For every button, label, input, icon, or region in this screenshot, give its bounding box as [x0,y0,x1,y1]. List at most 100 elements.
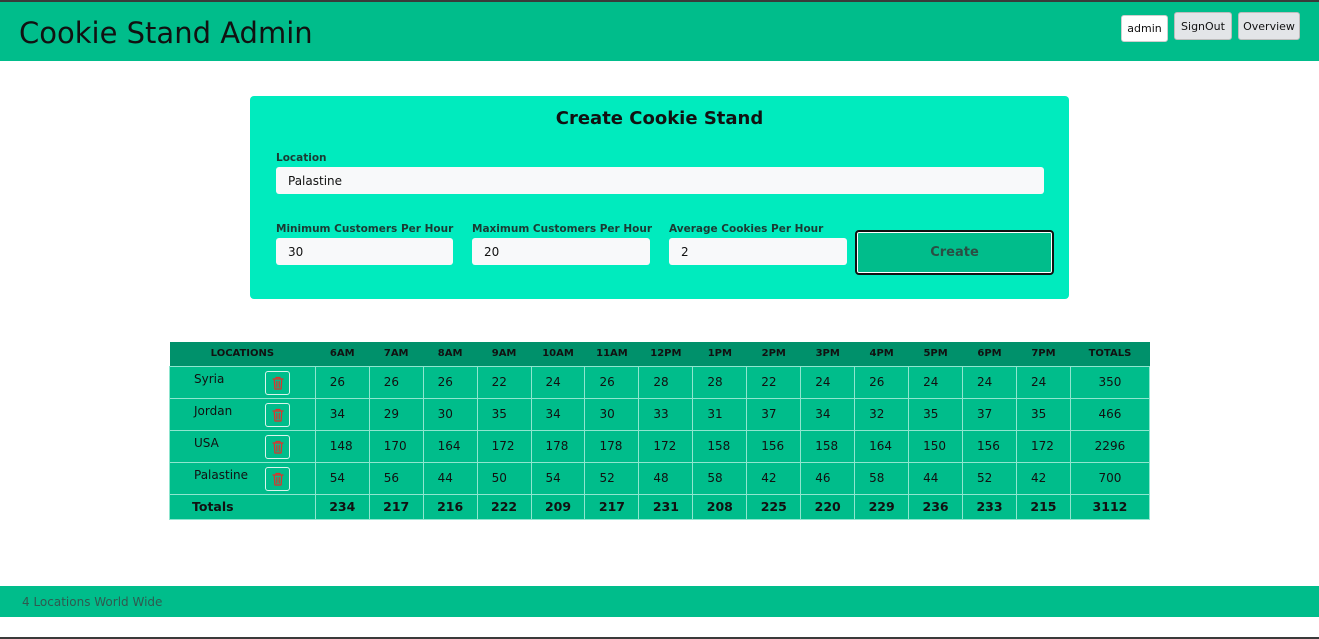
hour-sales-cell: 30 [584,397,640,431]
hour-total-cell: 217 [368,493,424,520]
hour-sales-cell: 156 [962,429,1017,463]
column-header: 1PM [692,342,747,366]
hour-total-cell: 233 [962,493,1017,520]
grand-total-cell: 3112 [1069,493,1151,520]
hour-sales-cell: 148 [314,429,370,463]
hour-sales-cell: 24 [908,365,964,399]
hour-sales-cell: 50 [476,461,532,495]
location-name: Syria [194,372,225,386]
trash-icon [271,376,284,390]
delete-stand-button[interactable] [265,402,290,427]
avg-cookies-input[interactable]: 2 [669,238,847,265]
hour-sales-cell: 42 [1015,461,1071,495]
column-header: 9AM [477,342,532,366]
hour-sales-cell: 24 [800,365,856,399]
row-total-cell: 700 [1069,461,1151,495]
app-title: Cookie Stand Admin [19,16,313,50]
hour-total-cell: 231 [638,493,694,520]
hour-sales-cell: 44 [422,461,478,495]
location-name: Palastine [194,468,249,482]
column-header: 5PM [908,342,963,366]
hour-total-cell: 215 [1015,493,1071,520]
hour-sales-cell: 26 [422,365,478,399]
column-header: 7AM [369,342,424,366]
trash-icon [271,440,284,454]
column-header: 12PM [638,342,693,366]
hour-sales-cell: 164 [854,429,910,463]
hour-sales-cell: 54 [314,461,370,495]
overview-button[interactable]: Overview [1238,12,1300,40]
hour-sales-cell: 46 [800,461,856,495]
hour-sales-cell: 42 [746,461,802,495]
table-header-row: LOCATIONS 6AM 7AM 8AM 9AM 10AM 11AM 12PM 1PM 2PM 3… [169,342,1150,366]
max-customers-label: Maximum Customers Per Hour [472,223,653,235]
hour-sales-cell: 26 [584,365,640,399]
column-header: 11AM [584,342,639,366]
hour-sales-cell: 158 [800,429,856,463]
hour-total-cell: 217 [584,493,640,520]
user-badge: admin [1121,15,1168,42]
hour-total-cell: 229 [854,493,910,520]
column-header: 6PM [962,342,1017,366]
hour-total-cell: 236 [908,493,964,520]
hour-sales-cell: 54 [530,461,586,495]
trash-icon [271,472,284,486]
hour-sales-cell: 26 [314,365,370,399]
app-header: Cookie Stand Admin admin SignOut Overvie… [0,2,1319,61]
hour-sales-cell: 30 [422,397,478,431]
location-name: USA [194,436,219,450]
hour-total-cell: 220 [800,493,856,520]
min-customers-label: Minimum Customers Per Hour [276,223,454,235]
row-total-cell: 466 [1069,397,1151,431]
hour-sales-cell: 37 [746,397,802,431]
totals-row: Totals 234 217 216 222 209 217 231 208 225 220 229 2… [169,493,1151,520]
column-header: 6AM [315,342,370,366]
column-header: 10AM [531,342,585,366]
hour-total-cell: 234 [314,493,370,520]
location-input[interactable]: Palastine [276,167,1044,194]
hour-sales-cell: 24 [1015,365,1071,399]
row-total-cell: 350 [1069,365,1151,399]
hour-sales-cell: 37 [962,397,1017,431]
location-cell: USA [169,429,316,463]
hour-sales-cell: 31 [692,397,748,431]
trash-icon [271,408,284,422]
delete-stand-button[interactable] [265,370,290,395]
hour-sales-cell: 170 [368,429,424,463]
hour-sales-cell: 56 [368,461,424,495]
sales-table-container: LOCATIONS 6AM 7AM 8AM 9AM 10AM 11AM 12PM 1PM 2PM 3… [169,342,1151,520]
hour-sales-cell: 178 [530,429,586,463]
form-title: Create Cookie Stand [555,108,764,129]
hour-sales-cell: 58 [692,461,748,495]
hour-sales-cell: 22 [476,365,532,399]
hour-sales-cell: 35 [908,397,964,431]
min-customers-input[interactable]: 30 [276,238,453,265]
hour-sales-cell: 58 [854,461,910,495]
column-header: 2PM [746,342,801,366]
location-cell: Syria [169,365,316,399]
create-button[interactable]: Create [855,230,1054,275]
column-header: TOTALS [1070,342,1150,366]
hour-sales-cell: 150 [908,429,964,463]
hour-sales-cell: 35 [476,397,532,431]
row-total-cell: 2296 [1069,429,1151,463]
column-header: 4PM [854,342,909,366]
app-footer: 4 Locations World Wide [0,586,1319,617]
hour-sales-cell: 32 [854,397,910,431]
hour-sales-cell: 178 [584,429,640,463]
hour-sales-cell: 34 [530,397,586,431]
delete-stand-button[interactable] [265,434,290,459]
hour-sales-cell: 34 [800,397,856,431]
column-header: 8AM [423,342,478,366]
hour-sales-cell: 48 [638,461,694,495]
delete-stand-button[interactable] [265,466,290,491]
hour-sales-cell: 33 [638,397,694,431]
signout-button[interactable]: SignOut [1174,12,1232,40]
hour-sales-cell: 52 [584,461,640,495]
totals-label: Totals [169,493,316,520]
location-name: Jordan [194,404,233,418]
hour-sales-cell: 26 [368,365,424,399]
column-header: 7PM [1016,342,1071,366]
max-customers-input[interactable]: 20 [472,238,650,265]
table-row: Syria 26 26 26 22 24 26 28 28 22 24 26 24 24 24 350 [169,365,1151,399]
